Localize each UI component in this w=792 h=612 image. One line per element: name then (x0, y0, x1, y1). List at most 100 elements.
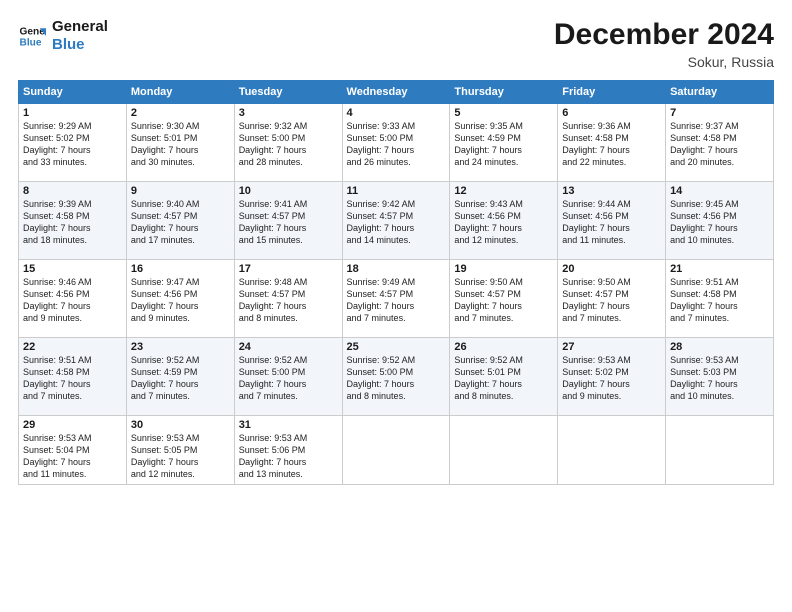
day-number: 17 (239, 263, 338, 275)
calendar-cell (342, 416, 450, 485)
day-number: 24 (239, 341, 338, 353)
day-number: 6 (562, 107, 661, 119)
day-info: Sunrise: 9:50 AM Sunset: 4:57 PM Dayligh… (454, 276, 553, 325)
week-row-5: 29Sunrise: 9:53 AM Sunset: 5:04 PM Dayli… (19, 416, 774, 485)
day-info: Sunrise: 9:53 AM Sunset: 5:06 PM Dayligh… (239, 432, 338, 481)
weekday-saturday: Saturday (666, 81, 774, 104)
day-number: 14 (670, 185, 769, 197)
title-block: December 2024 Sokur, Russia (554, 18, 774, 70)
day-number: 28 (670, 341, 769, 353)
day-number: 20 (562, 263, 661, 275)
calendar-cell: 3Sunrise: 9:32 AM Sunset: 5:00 PM Daylig… (234, 104, 342, 182)
calendar-cell: 28Sunrise: 9:53 AM Sunset: 5:03 PM Dayli… (666, 338, 774, 416)
day-number: 1 (23, 107, 122, 119)
day-info: Sunrise: 9:42 AM Sunset: 4:57 PM Dayligh… (347, 198, 446, 247)
svg-text:General: General (20, 26, 46, 37)
day-number: 19 (454, 263, 553, 275)
calendar-cell: 6Sunrise: 9:36 AM Sunset: 4:58 PM Daylig… (558, 104, 666, 182)
weekday-tuesday: Tuesday (234, 81, 342, 104)
calendar-cell (450, 416, 558, 485)
weekday-friday: Friday (558, 81, 666, 104)
calendar-cell: 10Sunrise: 9:41 AM Sunset: 4:57 PM Dayli… (234, 182, 342, 260)
calendar-cell: 15Sunrise: 9:46 AM Sunset: 4:56 PM Dayli… (19, 260, 127, 338)
day-number: 12 (454, 185, 553, 197)
calendar-cell: 13Sunrise: 9:44 AM Sunset: 4:56 PM Dayli… (558, 182, 666, 260)
header: General Blue General Blue December 2024 … (18, 18, 774, 70)
calendar-cell (666, 416, 774, 485)
calendar-cell: 11Sunrise: 9:42 AM Sunset: 4:57 PM Dayli… (342, 182, 450, 260)
calendar-cell: 17Sunrise: 9:48 AM Sunset: 4:57 PM Dayli… (234, 260, 342, 338)
calendar-cell: 7Sunrise: 9:37 AM Sunset: 4:58 PM Daylig… (666, 104, 774, 182)
calendar-cell: 2Sunrise: 9:30 AM Sunset: 5:01 PM Daylig… (126, 104, 234, 182)
day-info: Sunrise: 9:52 AM Sunset: 5:01 PM Dayligh… (454, 354, 553, 403)
calendar-cell: 4Sunrise: 9:33 AM Sunset: 5:00 PM Daylig… (342, 104, 450, 182)
day-info: Sunrise: 9:53 AM Sunset: 5:03 PM Dayligh… (670, 354, 769, 403)
day-number: 4 (347, 107, 446, 119)
day-info: Sunrise: 9:32 AM Sunset: 5:00 PM Dayligh… (239, 120, 338, 169)
weekday-wednesday: Wednesday (342, 81, 450, 104)
day-info: Sunrise: 9:33 AM Sunset: 5:00 PM Dayligh… (347, 120, 446, 169)
day-info: Sunrise: 9:51 AM Sunset: 4:58 PM Dayligh… (670, 276, 769, 325)
day-info: Sunrise: 9:53 AM Sunset: 5:05 PM Dayligh… (131, 432, 230, 481)
calendar-cell: 18Sunrise: 9:49 AM Sunset: 4:57 PM Dayli… (342, 260, 450, 338)
calendar-cell: 8Sunrise: 9:39 AM Sunset: 4:58 PM Daylig… (19, 182, 127, 260)
day-info: Sunrise: 9:30 AM Sunset: 5:01 PM Dayligh… (131, 120, 230, 169)
calendar-cell: 12Sunrise: 9:43 AM Sunset: 4:56 PM Dayli… (450, 182, 558, 260)
day-info: Sunrise: 9:44 AM Sunset: 4:56 PM Dayligh… (562, 198, 661, 247)
week-row-2: 8Sunrise: 9:39 AM Sunset: 4:58 PM Daylig… (19, 182, 774, 260)
month-title: December 2024 (554, 18, 774, 52)
calendar-cell: 21Sunrise: 9:51 AM Sunset: 4:58 PM Dayli… (666, 260, 774, 338)
logo-general: General (52, 18, 108, 36)
day-info: Sunrise: 9:37 AM Sunset: 4:58 PM Dayligh… (670, 120, 769, 169)
calendar-cell: 23Sunrise: 9:52 AM Sunset: 4:59 PM Dayli… (126, 338, 234, 416)
day-number: 23 (131, 341, 230, 353)
calendar-cell: 19Sunrise: 9:50 AM Sunset: 4:57 PM Dayli… (450, 260, 558, 338)
calendar-cell: 5Sunrise: 9:35 AM Sunset: 4:59 PM Daylig… (450, 104, 558, 182)
day-info: Sunrise: 9:52 AM Sunset: 4:59 PM Dayligh… (131, 354, 230, 403)
location: Sokur, Russia (554, 54, 774, 70)
logo-blue: Blue (52, 36, 108, 54)
calendar-cell: 16Sunrise: 9:47 AM Sunset: 4:56 PM Dayli… (126, 260, 234, 338)
calendar-cell: 1Sunrise: 9:29 AM Sunset: 5:02 PM Daylig… (19, 104, 127, 182)
calendar-cell: 27Sunrise: 9:53 AM Sunset: 5:02 PM Dayli… (558, 338, 666, 416)
week-row-4: 22Sunrise: 9:51 AM Sunset: 4:58 PM Dayli… (19, 338, 774, 416)
calendar-cell: 31Sunrise: 9:53 AM Sunset: 5:06 PM Dayli… (234, 416, 342, 485)
day-info: Sunrise: 9:36 AM Sunset: 4:58 PM Dayligh… (562, 120, 661, 169)
day-info: Sunrise: 9:43 AM Sunset: 4:56 PM Dayligh… (454, 198, 553, 247)
day-number: 8 (23, 185, 122, 197)
day-number: 21 (670, 263, 769, 275)
day-number: 26 (454, 341, 553, 353)
svg-text:Blue: Blue (20, 37, 42, 48)
calendar-cell: 14Sunrise: 9:45 AM Sunset: 4:56 PM Dayli… (666, 182, 774, 260)
day-info: Sunrise: 9:48 AM Sunset: 4:57 PM Dayligh… (239, 276, 338, 325)
day-number: 10 (239, 185, 338, 197)
day-number: 5 (454, 107, 553, 119)
day-info: Sunrise: 9:29 AM Sunset: 5:02 PM Dayligh… (23, 120, 122, 169)
calendar-cell: 24Sunrise: 9:52 AM Sunset: 5:00 PM Dayli… (234, 338, 342, 416)
weekday-sunday: Sunday (19, 81, 127, 104)
day-number: 9 (131, 185, 230, 197)
calendar-cell: 26Sunrise: 9:52 AM Sunset: 5:01 PM Dayli… (450, 338, 558, 416)
day-number: 16 (131, 263, 230, 275)
day-number: 15 (23, 263, 122, 275)
day-number: 27 (562, 341, 661, 353)
day-number: 30 (131, 419, 230, 431)
day-info: Sunrise: 9:53 AM Sunset: 5:04 PM Dayligh… (23, 432, 122, 481)
day-info: Sunrise: 9:46 AM Sunset: 4:56 PM Dayligh… (23, 276, 122, 325)
logo-icon: General Blue (18, 22, 46, 50)
day-info: Sunrise: 9:41 AM Sunset: 4:57 PM Dayligh… (239, 198, 338, 247)
day-number: 7 (670, 107, 769, 119)
day-info: Sunrise: 9:40 AM Sunset: 4:57 PM Dayligh… (131, 198, 230, 247)
calendar-page: General Blue General Blue December 2024 … (0, 0, 792, 612)
day-info: Sunrise: 9:45 AM Sunset: 4:56 PM Dayligh… (670, 198, 769, 247)
calendar-cell: 25Sunrise: 9:52 AM Sunset: 5:00 PM Dayli… (342, 338, 450, 416)
day-info: Sunrise: 9:39 AM Sunset: 4:58 PM Dayligh… (23, 198, 122, 247)
logo: General Blue General Blue (18, 18, 108, 54)
day-number: 18 (347, 263, 446, 275)
calendar-cell: 22Sunrise: 9:51 AM Sunset: 4:58 PM Dayli… (19, 338, 127, 416)
week-row-3: 15Sunrise: 9:46 AM Sunset: 4:56 PM Dayli… (19, 260, 774, 338)
day-number: 11 (347, 185, 446, 197)
calendar-cell: 20Sunrise: 9:50 AM Sunset: 4:57 PM Dayli… (558, 260, 666, 338)
weekday-thursday: Thursday (450, 81, 558, 104)
day-number: 31 (239, 419, 338, 431)
